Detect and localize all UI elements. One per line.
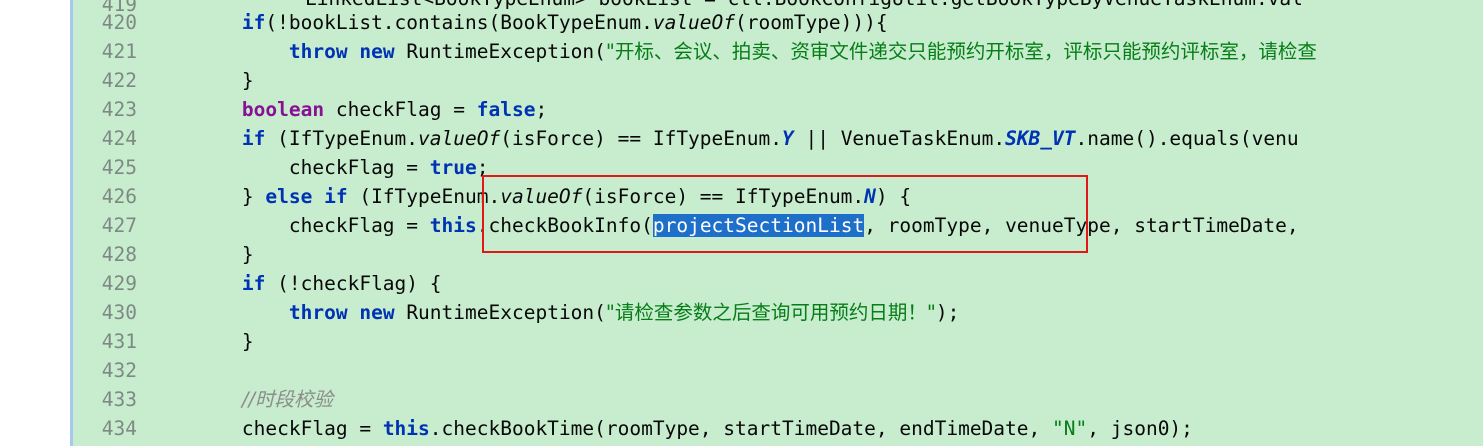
line-number: 431	[101, 330, 137, 353]
code-line[interactable]: }	[148, 66, 254, 95]
line-number: 434	[101, 417, 137, 440]
line-number: 430	[101, 301, 137, 324]
line-number: 425	[101, 156, 137, 179]
code-line[interactable]: checkFlag = true;	[148, 153, 489, 182]
editor-left-margin	[0, 0, 73, 446]
line-number: 424	[101, 127, 137, 150]
code-line[interactable]: checkFlag = this.checkBookTime(roomType,…	[148, 414, 1193, 443]
code-line-comment[interactable]: //时段校验	[148, 385, 333, 414]
line-number: 432	[101, 359, 137, 382]
annotation-highlight-box	[482, 175, 1088, 253]
line-number-gutter[interactable]: 419 420 421 422 423 424 425 426 427 428 …	[73, 0, 148, 446]
line-number: 427	[101, 214, 137, 237]
line-number: 429	[101, 272, 137, 295]
code-line[interactable]: throw new RuntimeException("请检查参数之后查询可用预…	[148, 298, 959, 327]
line-number: 421	[101, 40, 137, 63]
line-number: 426	[101, 185, 137, 208]
code-line[interactable]: }	[148, 240, 254, 269]
line-number: 422	[101, 69, 137, 92]
line-number: 420	[101, 11, 137, 34]
line-number: 428	[101, 243, 137, 266]
code-editor[interactable]: 419 420 421 422 423 424 425 426 427 428 …	[0, 0, 1483, 446]
code-line[interactable]: }	[148, 327, 254, 356]
code-line[interactable]: if (!checkFlag) {	[148, 269, 442, 298]
code-line[interactable]: if(!bookList.contains(BookTypeEnum.value…	[148, 8, 888, 37]
line-number: 423	[101, 98, 137, 121]
code-line[interactable]: if (IfTypeEnum.valueOf(isForce) == IfTyp…	[148, 124, 1299, 153]
line-number: 433	[101, 388, 137, 411]
code-line[interactable]: throw new RuntimeException("开标、会议、拍卖、资审文…	[148, 37, 1317, 66]
code-line[interactable]: boolean checkFlag = false;	[148, 95, 547, 124]
